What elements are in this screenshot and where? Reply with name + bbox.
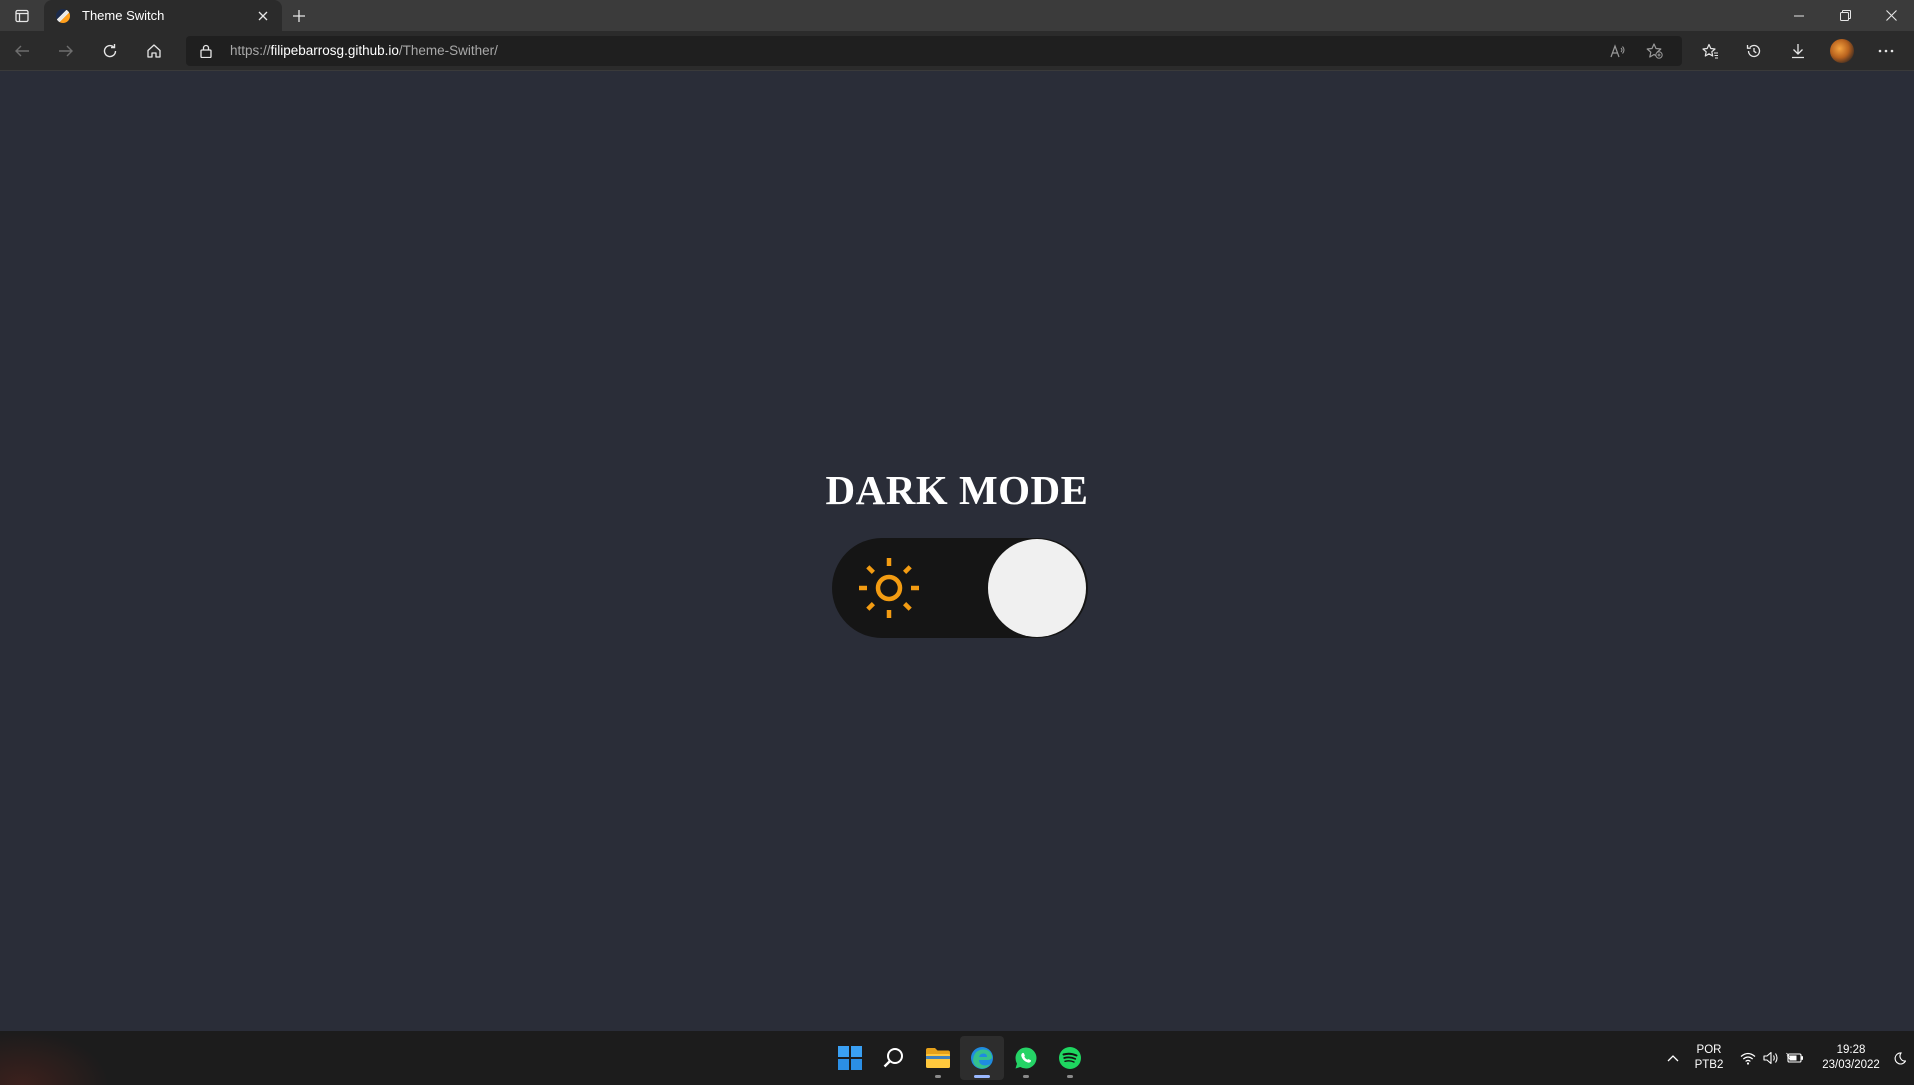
- toolbar-right: [1688, 31, 1908, 71]
- star-add-icon: [1646, 42, 1663, 59]
- whatsapp-icon: [1015, 1047, 1037, 1069]
- downloads-button[interactable]: [1776, 31, 1820, 71]
- close-tab-button[interactable]: [254, 7, 272, 25]
- page-content: DARK MODE: [0, 71, 1914, 1031]
- tab-title: Theme Switch: [82, 8, 165, 23]
- taskbar-glow: [0, 1031, 110, 1085]
- tab-actions-icon: [15, 9, 29, 22]
- page-title: DARK MODE: [825, 467, 1089, 513]
- arrow-right-icon: [59, 45, 73, 56]
- url-path: /Theme-Swither/: [398, 43, 498, 58]
- system-tray: POR PTB2 19:28 23/03/2022: [1658, 1031, 1914, 1085]
- clock[interactable]: 19:28 23/03/2022: [1816, 1043, 1886, 1073]
- read-aloud-icon: [1610, 43, 1625, 57]
- favorites-icon: [1701, 43, 1718, 59]
- restore-button[interactable]: [1822, 0, 1868, 31]
- add-favorite-button[interactable]: [1636, 36, 1672, 66]
- quick-settings-button[interactable]: [1730, 1051, 1816, 1065]
- read-aloud-button[interactable]: [1600, 36, 1636, 66]
- address-bar[interactable]: https://filipebarrosg.github.io/Theme-Sw…: [186, 35, 1682, 66]
- history-icon: [1746, 44, 1761, 57]
- close-icon: [1885, 10, 1897, 21]
- refresh-button[interactable]: [88, 31, 132, 71]
- sun-icon: [859, 558, 919, 618]
- language-indicator[interactable]: POR PTB2: [1688, 1043, 1730, 1073]
- window-controls: [1776, 0, 1914, 31]
- minimize-button[interactable]: [1776, 0, 1822, 31]
- language-code: POR: [1696, 1044, 1722, 1056]
- battery-icon: [1786, 1052, 1803, 1063]
- home-button[interactable]: [132, 31, 176, 71]
- moon-icon: [1894, 1051, 1906, 1065]
- search-button[interactable]: [872, 1036, 916, 1080]
- volume-icon: [1763, 1051, 1778, 1065]
- forward-button[interactable]: [44, 31, 88, 71]
- back-button[interactable]: [0, 31, 44, 71]
- focus-assist-button[interactable]: [1886, 1051, 1914, 1065]
- active-indicator: [974, 1075, 990, 1078]
- url-host: filipebarrosg.github.io: [270, 43, 399, 58]
- download-icon: [1792, 43, 1804, 58]
- tab-theme-switch[interactable]: Theme Switch: [44, 0, 282, 31]
- running-indicator: [935, 1075, 941, 1078]
- keyboard-layout: PTB2: [1694, 1059, 1724, 1071]
- favicon-icon: [56, 8, 70, 23]
- wifi-icon: [1740, 1052, 1756, 1065]
- show-hidden-icons-button[interactable]: [1658, 1054, 1688, 1062]
- more-icon: [1878, 49, 1894, 52]
- running-indicator: [1023, 1075, 1029, 1078]
- url-scheme: https://: [230, 43, 271, 58]
- whatsapp-button[interactable]: [1004, 1036, 1048, 1080]
- more-menu-button[interactable]: [1864, 31, 1908, 71]
- chevron-up-icon: [1667, 1055, 1679, 1062]
- clock-date: 23/03/2022: [1822, 1059, 1880, 1071]
- edge-button[interactable]: [960, 1036, 1004, 1080]
- home-icon: [147, 43, 161, 58]
- minimize-icon: [1794, 15, 1804, 16]
- close-icon: [258, 11, 268, 20]
- restore-icon: [1839, 10, 1851, 21]
- avatar: [1830, 38, 1854, 63]
- start-button[interactable]: [828, 1036, 872, 1080]
- spotify-icon: [1059, 1047, 1081, 1069]
- refresh-icon: [103, 43, 117, 57]
- windows-taskbar: POR PTB2 19:28 23/03/2022: [0, 1031, 1914, 1085]
- url-text[interactable]: https://filipebarrosg.github.io/Theme-Sw…: [230, 43, 1600, 58]
- folder-icon: [926, 1048, 950, 1068]
- close-window-button[interactable]: [1868, 0, 1914, 31]
- windows-logo-icon: [838, 1046, 862, 1070]
- lock-icon[interactable]: [200, 44, 222, 58]
- tab-strip: Theme Switch: [0, 0, 1914, 31]
- taskbar-apps: [828, 1031, 1092, 1085]
- favorites-button[interactable]: [1688, 31, 1732, 71]
- spotify-button[interactable]: [1048, 1036, 1092, 1080]
- profile-button[interactable]: [1820, 31, 1864, 71]
- theme-toggle-switch[interactable]: [832, 538, 1088, 638]
- toggle-knob[interactable]: [988, 539, 1086, 637]
- browser-toolbar: https://filipebarrosg.github.io/Theme-Sw…: [0, 31, 1914, 71]
- arrow-left-icon: [15, 45, 29, 56]
- plus-icon: [293, 9, 305, 22]
- running-indicator: [1067, 1075, 1073, 1078]
- clock-time: 19:28: [1836, 1044, 1866, 1056]
- history-button[interactable]: [1732, 31, 1776, 71]
- search-icon: [883, 1048, 903, 1068]
- edge-icon: [971, 1047, 993, 1069]
- new-tab-button[interactable]: [282, 0, 316, 31]
- tab-actions-button[interactable]: [0, 0, 44, 31]
- file-explorer-button[interactable]: [916, 1036, 960, 1080]
